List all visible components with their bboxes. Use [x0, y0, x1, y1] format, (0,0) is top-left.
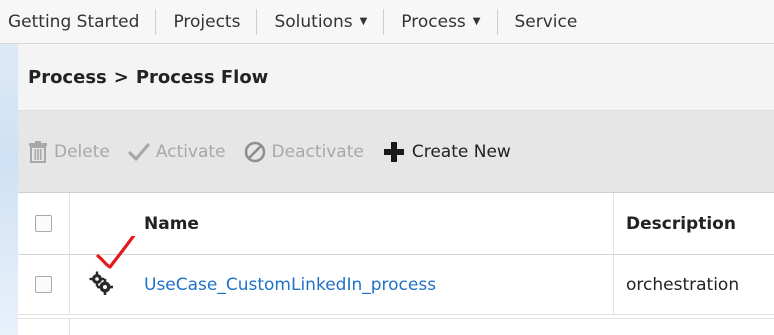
nav-service[interactable]: Service [496, 8, 594, 35]
ban-icon [244, 141, 266, 163]
table-header: Name Description [18, 193, 774, 255]
main-panel: Process > Process Flow Delete Activate D… [18, 44, 774, 335]
row-check-cell [18, 319, 70, 335]
nav-process-label: Process [401, 11, 466, 32]
table-row [18, 318, 774, 335]
plus-icon [382, 140, 406, 164]
nav-solutions[interactable]: Solutions ▼ [256, 8, 383, 35]
activate-button[interactable]: Activate [128, 142, 226, 162]
row-icon-cell [70, 319, 132, 335]
nav-getting-started-label: Getting Started [8, 11, 140, 32]
deactivate-label: Deactivate [271, 141, 364, 162]
delete-label: Delete [54, 141, 110, 162]
trash-icon [28, 140, 48, 163]
create-new-button[interactable]: Create New [382, 140, 511, 164]
toolbar: Delete Activate Deactivate Create New [18, 111, 774, 193]
row-check-cell [18, 255, 70, 314]
create-new-label: Create New [411, 141, 511, 162]
nav-projects-label: Projects [173, 11, 241, 32]
process-name-link[interactable]: UseCase_CustomLinkedIn_process [144, 275, 436, 295]
select-all-checkbox[interactable] [35, 215, 52, 232]
caret-down-icon: ▼ [472, 16, 481, 27]
breadcrumb-separator: > [113, 66, 129, 88]
breadcrumb: Process > Process Flow [18, 44, 774, 111]
nav-solutions-label: Solutions [274, 11, 353, 32]
row-icon-cell [70, 255, 132, 314]
nav-projects[interactable]: Projects [155, 8, 256, 35]
table-row: UseCase_CustomLinkedIn_process orchestra… [18, 255, 774, 315]
delete-button[interactable]: Delete [28, 140, 110, 163]
left-frame [0, 44, 18, 335]
nav-process[interactable]: Process ▼ [383, 8, 496, 35]
header-check-cell [18, 193, 70, 254]
breadcrumb-parent: Process [28, 66, 107, 88]
row-name-cell: UseCase_CustomLinkedIn_process [132, 255, 614, 314]
activate-label: Activate [155, 141, 226, 162]
row-description-cell: orchestration [614, 255, 774, 314]
nav-service-label: Service [514, 11, 578, 32]
check-icon [128, 142, 150, 161]
column-header-name[interactable]: Name [132, 193, 614, 254]
caret-down-icon: ▼ [359, 16, 368, 27]
header-icon-cell [70, 193, 132, 254]
process-description: orchestration [626, 274, 740, 295]
nav-getting-started[interactable]: Getting Started [0, 9, 155, 35]
row-checkbox[interactable] [35, 276, 52, 293]
gears-icon [88, 270, 114, 300]
breadcrumb-current: Process Flow [135, 66, 269, 88]
deactivate-button[interactable]: Deactivate [244, 141, 364, 163]
column-header-description[interactable]: Description [614, 193, 774, 254]
top-nav: Getting Started Projects Solutions ▼ Pro… [0, 0, 774, 44]
